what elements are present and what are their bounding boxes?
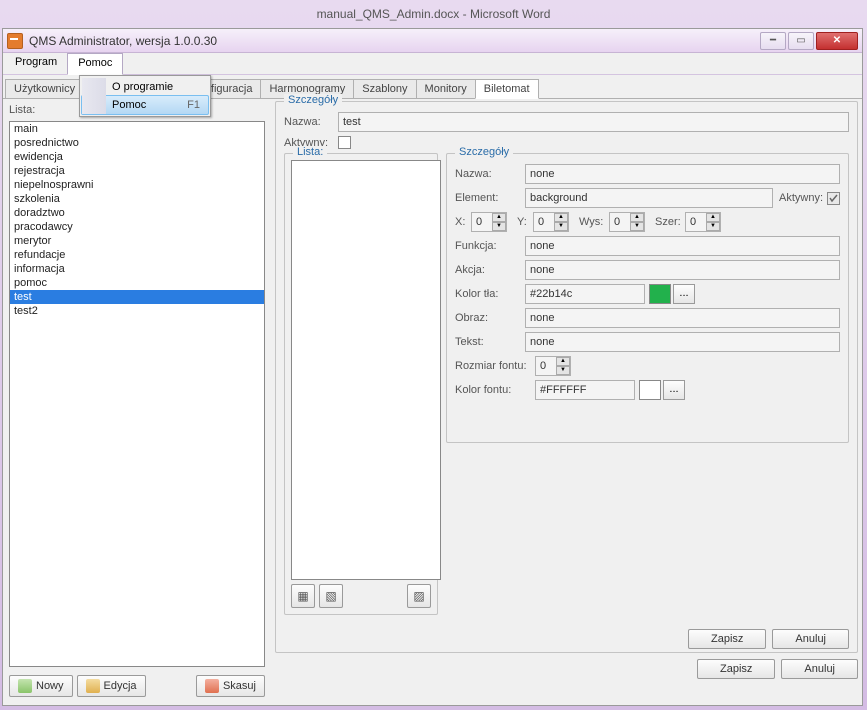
pomoc-dropdown: O programie Pomoc F1	[79, 75, 211, 117]
list-item[interactable]: rejestracja	[10, 164, 264, 178]
outer-save-button[interactable]: Zapisz	[697, 659, 775, 679]
titlebar: QMS Administrator, wersja 1.0.0.30 ━ ▭ ✕	[3, 29, 862, 53]
aktywny-checkbox[interactable]	[338, 136, 351, 149]
list-item[interactable]: szkolenia	[10, 192, 264, 206]
details-legend: Szczegóły	[284, 94, 342, 106]
menu-pomoc[interactable]: Pomoc	[67, 53, 123, 75]
copy-icon: ▧	[325, 589, 336, 603]
qms-window: QMS Administrator, wersja 1.0.0.30 ━ ▭ ✕…	[2, 28, 863, 706]
tab-szablony[interactable]: Szablony	[353, 79, 416, 98]
outer-cancel-button[interactable]: Anuluj	[781, 659, 858, 679]
new-icon	[18, 679, 32, 693]
fontcolor-browse-button[interactable]: ...	[663, 380, 685, 400]
spin-down-icon[interactable]: ▼	[492, 222, 506, 231]
bgcolor-browse-button[interactable]: ...	[673, 284, 695, 304]
left-panel: Lista: mainposrednictwoewidencjarejestra…	[7, 101, 267, 701]
list-item[interactable]: doradztwo	[10, 206, 264, 220]
minimize-button[interactable]: ━	[760, 32, 786, 50]
detail-funkcja[interactable]	[525, 236, 840, 256]
list-item[interactable]: informacja	[10, 262, 264, 276]
detail-kolortla[interactable]	[525, 284, 645, 304]
list-item[interactable]: pracodawcy	[10, 220, 264, 234]
trash-icon: ▨	[413, 589, 424, 603]
app-title: QMS Administrator, wersja 1.0.0.30	[29, 34, 758, 48]
delete-icon	[205, 679, 219, 693]
edit-icon	[86, 679, 100, 693]
menu-program[interactable]: Program	[5, 53, 67, 74]
inner-save-button[interactable]: Zapisz	[688, 629, 766, 649]
tab-biletomat[interactable]: Biletomat	[475, 79, 539, 99]
detail-aktywny-checkbox[interactable]	[827, 192, 840, 205]
template-list[interactable]: mainposrednictwoewidencjarejestracjaniep…	[9, 121, 265, 667]
menubar: Program Pomoc	[3, 53, 862, 75]
list-item[interactable]: niepelnosprawni	[10, 178, 264, 192]
fontcolor-swatch	[639, 380, 661, 400]
app-icon	[7, 33, 23, 49]
list-item[interactable]: posrednictwo	[10, 136, 264, 150]
close-button[interactable]: ✕	[816, 32, 858, 50]
detail-akcja[interactable]	[525, 260, 840, 280]
list-delete-button[interactable]: ▨	[407, 584, 431, 608]
plus-icon: ▦	[297, 589, 308, 603]
element-list[interactable]	[291, 160, 441, 580]
detail-element[interactable]	[525, 188, 773, 208]
list-item[interactable]: refundacje	[10, 248, 264, 262]
new-button[interactable]: Nowy	[9, 675, 73, 697]
maximize-button[interactable]: ▭	[788, 32, 814, 50]
nazwa-input[interactable]	[338, 112, 849, 132]
list-add-button[interactable]: ▦	[291, 584, 315, 608]
list-copy-button[interactable]: ▧	[319, 584, 343, 608]
detail-obraz[interactable]	[525, 308, 840, 328]
checkmark-icon	[828, 193, 839, 204]
list-item[interactable]: pomoc	[10, 276, 264, 290]
detail-nazwa[interactable]	[525, 164, 840, 184]
delete-button[interactable]: Skasuj	[196, 675, 265, 697]
list-item[interactable]: test	[10, 290, 264, 304]
detail-tekst[interactable]	[525, 332, 840, 352]
edit-button[interactable]: Edycja	[77, 675, 146, 697]
list-item[interactable]: ewidencja	[10, 150, 264, 164]
word-document-title: manual_QMS_Admin.docx - Microsoft Word	[0, 0, 867, 28]
tab-monitory[interactable]: Monitory	[416, 79, 476, 98]
bgcolor-swatch	[649, 284, 671, 304]
detail-kolorfontu[interactable]	[535, 380, 635, 400]
list-item[interactable]: merytor	[10, 234, 264, 248]
list-item[interactable]: test2	[10, 304, 264, 318]
spin-up-icon[interactable]: ▲	[492, 213, 506, 222]
right-panel: Szczegóły Nazwa: Aktywny: Lista:	[275, 101, 858, 701]
tab-uzytkownicy[interactable]: Użytkownicy	[5, 79, 84, 98]
inner-cancel-button[interactable]: Anuluj	[772, 629, 849, 649]
list-item[interactable]: main	[10, 122, 264, 136]
